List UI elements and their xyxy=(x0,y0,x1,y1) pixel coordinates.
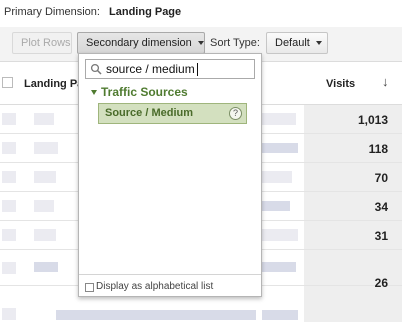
redacted-cell xyxy=(2,229,16,241)
sort-type-label: Sort Type: xyxy=(210,37,260,49)
group-label: Traffic Sources xyxy=(101,85,188,99)
redacted-cell xyxy=(262,310,298,320)
help-icon[interactable]: ? xyxy=(229,107,242,120)
redacted-cell xyxy=(262,143,298,153)
redacted-cell xyxy=(262,113,296,125)
alphabetical-label[interactable]: Display as alphabetical list xyxy=(96,281,213,292)
redacted-cell xyxy=(34,229,56,241)
redacted-cell xyxy=(2,200,16,212)
chevron-down-icon xyxy=(315,41,322,46)
redacted-cell xyxy=(34,171,56,183)
redacted-cell xyxy=(34,142,58,154)
sort-arrow-icon[interactable]: ↓ xyxy=(382,74,389,89)
sort-type-value: Default xyxy=(275,37,310,49)
visits-value: 1,013 xyxy=(357,113,388,127)
dimension-search-box[interactable] xyxy=(85,59,255,79)
redacted-cell xyxy=(2,113,16,125)
visits-value: 70 xyxy=(374,171,388,185)
option-label: Source / Medium xyxy=(105,107,194,119)
secondary-dimension-label: Secondary dimension xyxy=(86,37,192,49)
redacted-cell xyxy=(262,262,296,272)
dropdown-footer: Display as alphabetical list xyxy=(79,274,261,297)
redacted-cell xyxy=(2,142,16,154)
select-all-checkbox[interactable] xyxy=(2,77,13,88)
plot-rows-label: Plot Rows xyxy=(21,37,71,49)
primary-dimension-label: Primary Dimension: xyxy=(4,6,100,18)
search-icon xyxy=(90,63,102,75)
source-medium-option[interactable]: Source / Medium ? xyxy=(98,103,247,124)
sort-type-select[interactable]: Default xyxy=(266,32,328,54)
redacted-cell xyxy=(262,201,290,211)
redacted-cell xyxy=(56,310,256,320)
visits-value: 34 xyxy=(374,200,388,214)
alphabetical-checkbox[interactable] xyxy=(85,283,94,292)
visits-header[interactable]: Visits xyxy=(326,78,355,90)
secondary-dimension-dropdown: Traffic Sources Source / Medium ? Displa… xyxy=(78,53,262,297)
redacted-cell xyxy=(2,308,16,320)
redacted-cell xyxy=(34,262,58,272)
primary-dimension-value[interactable]: Landing Page xyxy=(109,6,181,18)
landing-page-header[interactable]: Landing Pa xyxy=(24,78,83,90)
redacted-cell xyxy=(2,262,16,274)
visits-value: 118 xyxy=(368,142,388,156)
redacted-cell xyxy=(262,171,292,183)
chevron-down-icon xyxy=(197,41,204,46)
plot-rows-button[interactable]: Plot Rows xyxy=(12,32,72,54)
expand-triangle-icon xyxy=(91,90,97,96)
redacted-cell xyxy=(34,200,54,212)
redacted-cell xyxy=(2,171,16,183)
redacted-cell xyxy=(262,229,298,241)
redacted-cell xyxy=(34,113,54,125)
secondary-dimension-button[interactable]: Secondary dimension xyxy=(77,32,205,54)
text-cursor xyxy=(197,63,198,76)
primary-dimension-row: Primary Dimension: Landing Page xyxy=(4,6,181,20)
traffic-sources-group[interactable]: Traffic Sources xyxy=(91,85,188,99)
visits-value: 31 xyxy=(374,229,388,243)
dimension-search-input[interactable] xyxy=(106,62,252,76)
